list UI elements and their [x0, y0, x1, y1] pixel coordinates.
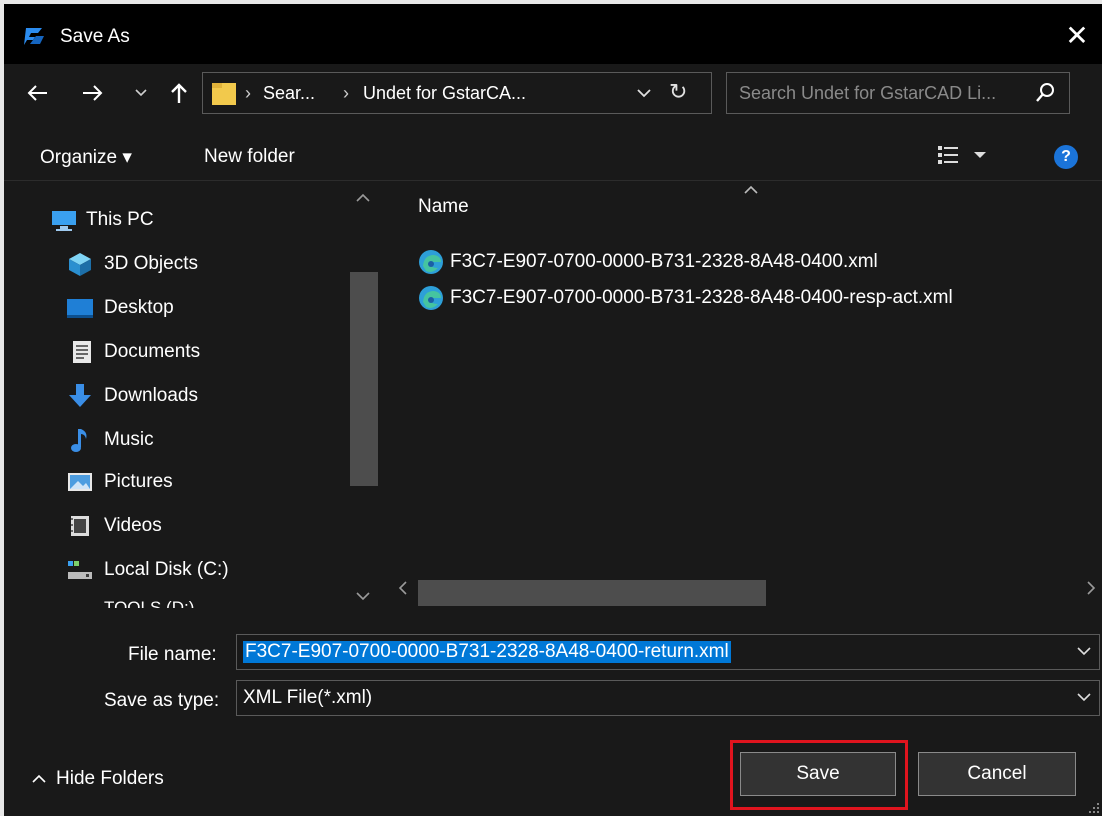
sidebar-item-desktop[interactable]: Desktop	[4, 288, 344, 328]
forward-button[interactable]	[76, 76, 110, 110]
scroll-down-icon[interactable]	[356, 588, 370, 605]
file-name-input-value[interactable]: F3C7-E907-0700-0000-B731-2328-8A48-0400-…	[243, 641, 731, 663]
save-form: File name: F3C7-E907-0700-0000-B731-2328…	[4, 608, 1102, 816]
sidebar-item-local-disk[interactable]: Local Disk (C:)	[4, 550, 344, 590]
scrollbar-thumb[interactable]	[418, 580, 766, 606]
chevron-down-icon[interactable]	[1077, 641, 1091, 661]
scroll-up-icon[interactable]	[356, 190, 370, 207]
organize-menu[interactable]: Organize ▾	[40, 146, 132, 169]
documents-icon	[73, 341, 91, 363]
scroll-right-icon[interactable]	[1086, 581, 1096, 600]
save-type-label: Save as type:	[104, 690, 220, 711]
address-dropdown-button[interactable]	[637, 82, 651, 103]
downloads-icon	[69, 384, 91, 407]
folder-icon	[212, 83, 236, 105]
help-icon: ?	[1061, 148, 1071, 165]
close-button[interactable]: ✕	[1052, 12, 1102, 58]
breadcrumb-separator: ›	[245, 83, 251, 103]
sort-ascending-icon	[744, 182, 758, 199]
local-disk-icon	[68, 561, 92, 579]
sidebar-item-label: TOOLS (D:)	[104, 598, 195, 608]
sidebar-item-downloads[interactable]: Downloads	[4, 376, 344, 416]
close-icon: ✕	[1065, 19, 1089, 51]
hide-folders-button[interactable]: Hide Folders	[32, 768, 164, 790]
file-list-horizontal-scrollbar[interactable]	[388, 578, 1102, 608]
sidebar-item-music[interactable]: Music	[4, 420, 344, 460]
new-folder-button[interactable]: New folder	[204, 146, 295, 168]
videos-icon	[71, 516, 89, 536]
help-button[interactable]: ?	[1054, 145, 1078, 169]
back-arrow-icon	[27, 85, 47, 101]
up-arrow-icon	[171, 83, 187, 103]
back-button[interactable]	[20, 76, 54, 110]
breadcrumb-item-current[interactable]: Undet for GstarCA...	[363, 83, 526, 104]
sidebar-item-label: Desktop	[104, 297, 174, 318]
title-bar: Save As ✕	[4, 4, 1102, 64]
scrollbar-thumb[interactable]	[350, 272, 378, 486]
recent-locations-button[interactable]	[130, 76, 152, 110]
sidebar-item-label: This PC	[86, 209, 154, 230]
chevron-up-icon	[32, 774, 46, 783]
file-row[interactable]: F3C7-E907-0700-0000-B731-2328-8A48-0400.…	[418, 246, 1058, 278]
3d-objects-icon	[69, 253, 91, 276]
search-input[interactable]: Search Undet for GstarCAD Li...	[726, 72, 1070, 114]
music-icon	[71, 429, 87, 452]
sidebar-item-3d-objects[interactable]: 3D Objects	[4, 244, 344, 284]
forward-arrow-icon	[83, 85, 103, 101]
sidebar-item-this-pc[interactable]: This PC	[4, 200, 344, 240]
chevron-down-icon	[637, 89, 651, 98]
save-as-dialog: Save As ✕ › Sear... › Undet for GstarCA.…	[4, 4, 1102, 816]
sidebar-item-label: Documents	[104, 341, 201, 362]
file-name: F3C7-E907-0700-0000-B731-2328-8A48-0400-…	[450, 287, 953, 308]
save-button-highlight	[730, 740, 908, 810]
window-title: Save As	[60, 26, 130, 47]
navigation-pane: This PC 3D Objects Desktop Documents Dow…	[4, 184, 380, 608]
file-list-pane: Name F3C7-E907-0700-0000-B731-2328-8A48-…	[388, 184, 1102, 608]
sidebar-item-documents[interactable]: Documents	[4, 332, 344, 372]
sidebar-item-pictures[interactable]: Pictures	[4, 462, 344, 502]
up-button[interactable]	[162, 76, 196, 110]
address-bar[interactable]: › Sear... › Undet for GstarCA... ↻	[202, 72, 712, 114]
navigation-pane-scrollbar[interactable]	[348, 184, 380, 608]
this-pc-icon	[52, 211, 76, 231]
sidebar-item-label: 3D Objects	[104, 253, 198, 274]
edge-xml-icon	[419, 286, 443, 310]
chevron-down-icon	[135, 89, 147, 97]
sidebar-item-label: Pictures	[104, 471, 173, 492]
file-name-field[interactable]: F3C7-E907-0700-0000-B731-2328-8A48-0400-…	[236, 634, 1100, 670]
resize-grip-icon[interactable]	[1088, 802, 1100, 814]
search-placeholder: Search Undet for GstarCAD Li...	[739, 83, 997, 103]
search-icon[interactable]	[1033, 81, 1057, 105]
sidebar-item-label: Local Disk (C:)	[104, 559, 229, 580]
breadcrumb-item-search[interactable]: Sear...	[263, 83, 315, 104]
edge-xml-icon	[419, 250, 443, 274]
refresh-button[interactable]: ↻	[669, 79, 687, 105]
save-type-select[interactable]: XML File(*.xml)	[236, 680, 1100, 716]
desktop-icon	[67, 299, 93, 318]
sidebar-item-tools-drive[interactable]: TOOLS (D:)	[4, 588, 344, 608]
column-header-name[interactable]: Name	[418, 196, 469, 218]
sidebar-item-videos[interactable]: Videos	[4, 506, 344, 546]
breadcrumb-separator: ›	[343, 83, 349, 103]
sidebar-item-label: Downloads	[104, 385, 198, 406]
scroll-left-icon[interactable]	[398, 581, 408, 600]
save-type-value: XML File(*.xml)	[243, 687, 373, 708]
file-row[interactable]: F3C7-E907-0700-0000-B731-2328-8A48-0400-…	[418, 282, 1058, 314]
pictures-icon	[68, 473, 92, 491]
toolbar-divider	[4, 180, 1102, 181]
file-name-label: File name:	[128, 644, 217, 665]
refresh-icon: ↻	[669, 79, 688, 104]
view-options-icon[interactable]	[934, 142, 994, 168]
file-name: F3C7-E907-0700-0000-B731-2328-8A48-0400.…	[450, 251, 878, 272]
hide-folders-label: Hide Folders	[56, 768, 164, 789]
chevron-down-icon[interactable]	[1077, 687, 1091, 707]
gstarcad-logo-icon	[24, 28, 44, 45]
cancel-button[interactable]: Cancel	[918, 752, 1076, 796]
sidebar-item-label: Music	[104, 429, 154, 450]
sidebar-item-label: Videos	[104, 515, 162, 536]
